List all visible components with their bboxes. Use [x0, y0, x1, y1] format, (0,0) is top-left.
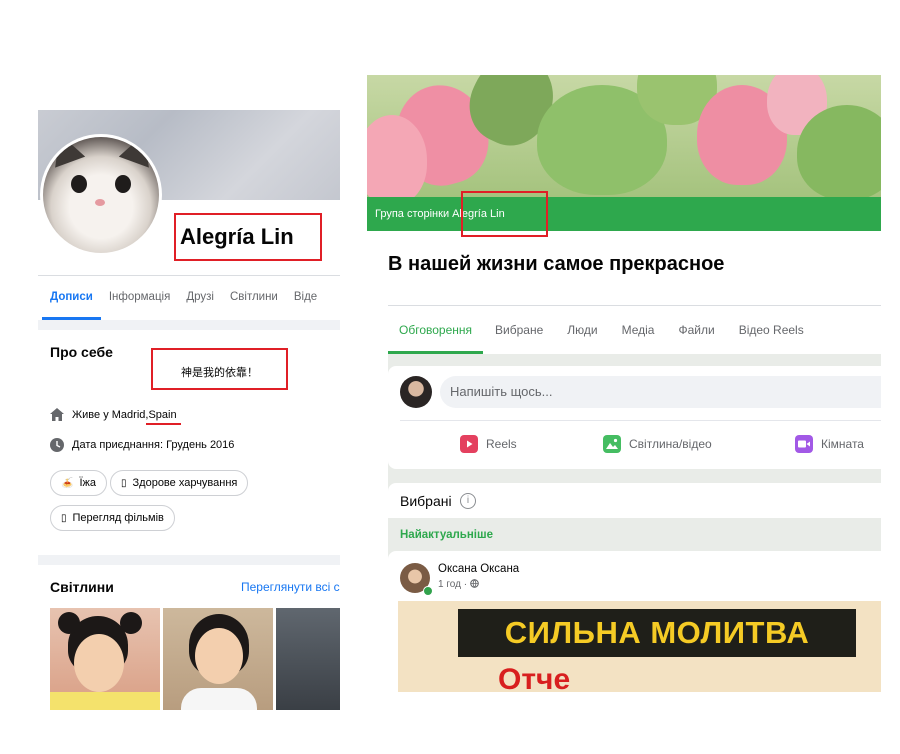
tab-reels[interactable]: Відео Reels [727, 306, 816, 354]
photos-card: Світлини Переглянути всі с [38, 565, 340, 710]
annotation-box [461, 191, 548, 237]
room-button[interactable]: Кімната [795, 430, 864, 458]
tab-about[interactable]: Інформація [101, 276, 178, 320]
tab-photos[interactable]: Світлини [222, 276, 286, 320]
photo-thumbnail-2[interactable] [163, 608, 273, 710]
country-link[interactable]: Spain [146, 409, 181, 425]
placeholder-icon: ▯ [61, 512, 67, 524]
bio-text: 神是我的依靠！ [151, 348, 288, 390]
post-time[interactable]: 1 год · [438, 579, 470, 590]
reels-button[interactable]: Reels [460, 430, 517, 458]
post-image[interactable]: СИЛЬНА МОЛИТВА Отче [398, 601, 881, 692]
clock-icon [50, 438, 64, 452]
home-icon [50, 408, 64, 421]
profile-tabs: Дописи Інформація Друзі Світлини Віде [38, 275, 340, 320]
food-icon: 🍝 [61, 477, 74, 489]
interest-chip-food[interactable]: 🍝 Їжа [50, 470, 107, 496]
post-image-headline: СИЛЬНА МОЛИТВА [458, 609, 856, 657]
reels-icon [460, 435, 478, 453]
tab-people[interactable]: Люди [555, 306, 609, 354]
see-all-photos-link[interactable]: Переглянути всі с [241, 580, 340, 594]
about-card: Про себе 神是我的依靠！ Живе у Madrid, Spain Да… [38, 330, 340, 555]
tab-posts[interactable]: Дописи [42, 276, 101, 320]
post-author[interactable]: Оксана Оксана [438, 563, 519, 575]
lives-in-row: Живе у Madrid, Spain [50, 408, 181, 425]
featured-label: Вибрані [400, 493, 452, 509]
group-screenshot: Група сторінки Alegría Lin В нашей жизни… [367, 75, 881, 692]
post-composer: Напишіть щось... Reels Світлина/відео Кі… [388, 366, 881, 469]
post-meta: 1 год · [438, 579, 479, 590]
tab-discussion[interactable]: Обговорення [388, 306, 484, 354]
tab-media[interactable]: Медіа [610, 306, 667, 354]
feed-post: Оксана Оксана 1 год · СИЛЬНА МОЛИТВА Отч… [388, 551, 881, 692]
interest-chip-healthy-eating[interactable]: ▯ Здорове харчування [110, 470, 249, 496]
group-title: В нашей жизни самое прекрасное [388, 253, 725, 275]
user-avatar[interactable] [400, 376, 432, 408]
cat-avatar-image [43, 137, 159, 253]
featured-section: Вибрані i [388, 483, 881, 518]
tab-friends[interactable]: Друзі [178, 276, 222, 320]
sort-most-relevant[interactable]: Найактуальніше [400, 529, 493, 541]
profile-name: Alegría Lin [174, 213, 322, 261]
info-icon[interactable]: i [460, 493, 476, 509]
joined-row: Дата приєднання: Грудень 2016 [50, 438, 234, 452]
globe-icon [470, 579, 479, 588]
tab-files[interactable]: Файли [666, 306, 726, 354]
about-title: Про себе [50, 344, 113, 360]
room-icon [795, 435, 813, 453]
tab-featured[interactable]: Вибране [483, 306, 555, 354]
photo-thumbnail-1[interactable] [50, 608, 160, 710]
online-status-dot [423, 586, 433, 596]
profile-screenshot: Alegría Lin Дописи Інформація Друзі Світ… [38, 110, 340, 710]
group-feed: Напишіть щось... Reels Світлина/відео Кі… [388, 354, 881, 692]
post-image-subtext: Отче [498, 663, 571, 692]
composer-input[interactable]: Напишіть щось... [440, 376, 881, 408]
tab-videos[interactable]: Віде [286, 276, 325, 320]
profile-avatar[interactable] [40, 134, 162, 256]
placeholder-icon: ▯ [121, 477, 127, 489]
photo-video-button[interactable]: Світлина/відео [603, 430, 712, 458]
photo-icon [603, 435, 621, 453]
group-tabs: Обговорення Вибране Люди Медіа Файли Від… [388, 306, 881, 354]
photo-thumbnail-3[interactable] [276, 608, 340, 710]
photos-title: Світлини [50, 579, 114, 595]
group-cover-photo [367, 75, 881, 197]
interest-chip-movies[interactable]: ▯ Перегляд фільмів [50, 505, 175, 531]
group-owner-bar: Група сторінки Alegría Lin [367, 197, 881, 231]
